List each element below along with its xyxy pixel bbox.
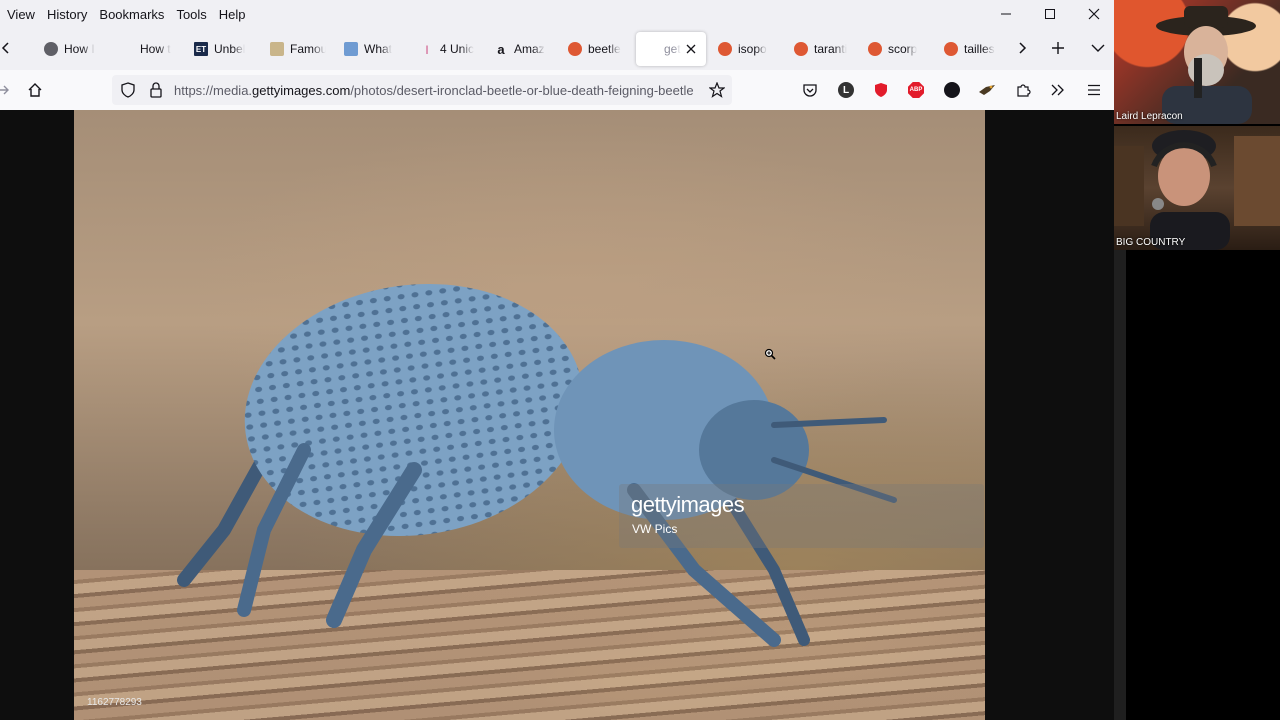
extension-dark-button[interactable] bbox=[942, 80, 962, 100]
bookmark-star-icon[interactable] bbox=[709, 82, 725, 98]
ublock-button[interactable] bbox=[871, 80, 891, 100]
menu-help[interactable]: Help bbox=[214, 7, 251, 22]
double-chevron-right-icon bbox=[1051, 84, 1064, 96]
new-tab-button[interactable] bbox=[1046, 36, 1070, 60]
amazon-icon: a bbox=[497, 41, 505, 57]
webcam-name-laird: Laird Lepracon bbox=[1116, 111, 1183, 122]
hamburger-menu-icon bbox=[1088, 84, 1100, 96]
webcam-big-country: BIG COUNTRY bbox=[1114, 126, 1280, 250]
webcam-laird: Laird Lepracon bbox=[1114, 0, 1280, 124]
url-text[interactable]: https://media.gettyimages.com/photos/des… bbox=[174, 83, 699, 98]
chevron-down-icon bbox=[1091, 44, 1105, 52]
tab-scorp[interactable]: scorp bbox=[868, 32, 924, 66]
adblock-plus-button[interactable]: ABP bbox=[906, 80, 926, 100]
chevron-left-icon bbox=[1, 42, 9, 54]
tab-how-t[interactable]: How t bbox=[140, 32, 180, 66]
menu-history[interactable]: History bbox=[42, 7, 92, 22]
minimize-button[interactable] bbox=[984, 0, 1028, 28]
navigation-toolbar: https://media.gettyimages.com/photos/des… bbox=[0, 70, 1114, 110]
tab-beetle[interactable]: beetle bbox=[568, 32, 624, 66]
gettyimages-watermark-logo: gettyimages bbox=[631, 492, 745, 517]
bird-icon bbox=[979, 85, 995, 95]
gem-icon bbox=[270, 42, 284, 56]
pocket-icon bbox=[803, 84, 817, 97]
close-icon bbox=[1088, 8, 1100, 20]
maximize-button[interactable] bbox=[1028, 0, 1072, 28]
close-tab-icon[interactable] bbox=[686, 44, 696, 54]
chevron-right-icon bbox=[1019, 42, 1027, 54]
unicorn-icon: | bbox=[425, 44, 429, 54]
tab-isopo[interactable]: isopo bbox=[718, 32, 774, 66]
pocket-button[interactable] bbox=[800, 80, 820, 100]
tab-what[interactable]: What bbox=[344, 32, 398, 66]
tab-taranti[interactable]: taranti bbox=[794, 32, 850, 66]
arrow-right-icon bbox=[0, 85, 9, 95]
close-window-button[interactable] bbox=[1072, 0, 1116, 28]
zoom-in-cursor-icon bbox=[764, 348, 776, 360]
tab-how-i[interactable]: How I bbox=[44, 32, 108, 66]
minimize-icon bbox=[1001, 13, 1011, 15]
tool-icon bbox=[44, 42, 58, 56]
et-site-icon: ET bbox=[194, 42, 208, 56]
menu-tools[interactable]: Tools bbox=[171, 7, 211, 22]
browser-window: View History Bookmarks Tools Help How I bbox=[0, 0, 1114, 720]
tracking-protection-shield-icon[interactable] bbox=[120, 82, 136, 98]
image-id: 1162778293 bbox=[87, 697, 142, 708]
extension-bird-button[interactable] bbox=[977, 80, 997, 100]
tab-strip: How I How t ET Unbel Famou What | 4 Unic bbox=[0, 30, 1114, 68]
letter-l-icon: L bbox=[838, 82, 854, 98]
screen: View History Bookmarks Tools Help How I bbox=[0, 0, 1280, 720]
home-icon bbox=[28, 83, 42, 97]
page-content: gettyimages VW Pics 1162778293 bbox=[0, 110, 1114, 720]
maximize-icon bbox=[1045, 9, 1055, 19]
webcam-panel: Laird Lepracon BIG COUNTRY bbox=[1114, 0, 1280, 720]
photo-credit: VW Pics bbox=[632, 522, 678, 536]
dark-reader-icon bbox=[944, 82, 960, 98]
abp-icon: ABP bbox=[908, 82, 924, 98]
overflow-menu-button[interactable] bbox=[1048, 80, 1068, 100]
plus-icon bbox=[1052, 42, 1064, 54]
duckduckgo-icon bbox=[868, 42, 882, 56]
image-icon bbox=[344, 42, 358, 56]
tab-active-getty[interactable]: get bbox=[636, 32, 706, 66]
menu-view[interactable]: View bbox=[2, 7, 40, 22]
list-all-tabs-button[interactable] bbox=[1086, 36, 1110, 60]
beetle-illustration bbox=[177, 283, 897, 647]
extension-l-button[interactable]: L bbox=[836, 80, 856, 100]
tab-famou[interactable]: Famou bbox=[270, 32, 326, 66]
app-menu-button[interactable] bbox=[1084, 80, 1104, 100]
tab-tailles[interactable]: tailles bbox=[944, 32, 1000, 66]
forward-button[interactable] bbox=[0, 80, 14, 100]
duckduckgo-icon bbox=[568, 42, 582, 56]
extensions-button[interactable] bbox=[1013, 80, 1033, 100]
tab-4-unic[interactable]: | 4 Unic bbox=[420, 32, 474, 66]
tab-unbel[interactable]: ET Unbel bbox=[194, 32, 250, 66]
scroll-tabs-right-button[interactable] bbox=[1010, 36, 1034, 60]
duckduckgo-icon bbox=[944, 42, 958, 56]
person-silhouette-icon-2 bbox=[1114, 130, 1280, 250]
tab-amaz[interactable]: a Amaz bbox=[494, 32, 548, 66]
address-bar[interactable]: https://media.gettyimages.com/photos/des… bbox=[112, 75, 732, 105]
duckduckgo-icon bbox=[718, 42, 732, 56]
home-button[interactable] bbox=[25, 80, 45, 100]
lock-icon[interactable] bbox=[149, 82, 163, 98]
menu-bookmarks[interactable]: Bookmarks bbox=[94, 7, 169, 22]
duckduckgo-icon bbox=[794, 42, 808, 56]
webcam-name-big-country: BIG COUNTRY bbox=[1116, 237, 1186, 248]
puzzle-icon bbox=[1017, 84, 1031, 97]
menu-bar: View History Bookmarks Tools Help bbox=[0, 0, 1114, 28]
ublock-shield-icon bbox=[875, 83, 887, 97]
beetle-photo[interactable]: gettyimages VW Pics 1162778293 bbox=[74, 110, 985, 720]
person-silhouette-icon bbox=[1156, 6, 1256, 124]
scroll-tabs-left-button[interactable] bbox=[0, 36, 18, 60]
panel-divider bbox=[1114, 250, 1126, 720]
